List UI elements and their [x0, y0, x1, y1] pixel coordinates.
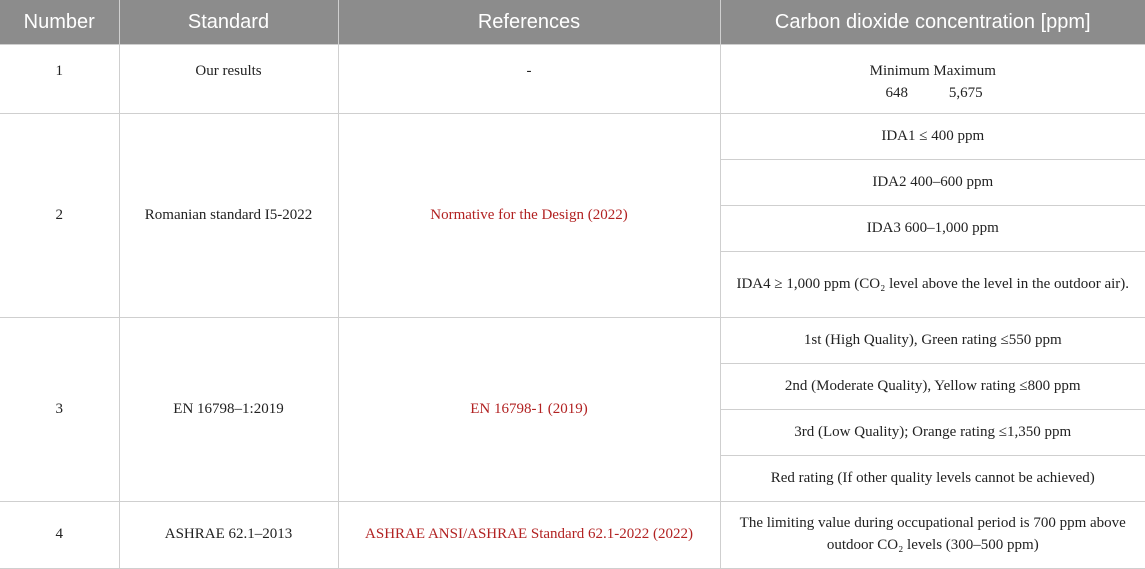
header-row: Number Standard References Carbon dioxid… — [0, 0, 1145, 45]
cell-reference-link[interactable]: ASHRAE ANSI/ASHRAE Standard 62.1-2022 (2… — [337, 501, 721, 569]
table-row: 3 EN 16798–1:2019 EN 16798-1 (2019) 1st … — [0, 317, 1145, 502]
table-row: 1 Our results - Minimum Maximum 648 5,675 — [0, 44, 1145, 114]
max-value: 5,675 — [948, 84, 983, 101]
table-row: 2 Romanian standard I5-2022 Normative fo… — [0, 113, 1145, 318]
cell-standard: EN 16798–1:2019 — [118, 317, 339, 502]
cell-reference: - — [337, 44, 721, 114]
cell-level: 3rd (Low Quality); Orange rating ≤1,350 … — [720, 409, 1145, 456]
cell-value: The limiting value during occupational p… — [719, 501, 1145, 569]
cell-reference-link[interactable]: EN 16798-1 (2019) — [337, 317, 721, 502]
co2-standards-table: Number Standard References Carbon dioxid… — [0, 0, 1145, 569]
cell-minmax: Minimum Maximum 648 5,675 — [719, 44, 1145, 114]
header-number: Number — [0, 0, 119, 45]
min-label: Minimum — [869, 63, 930, 79]
header-standard: Standard — [118, 0, 338, 45]
cell-level: Red rating (If other quality levels cann… — [720, 455, 1145, 502]
cell-standard: Our results — [118, 44, 339, 114]
min-value: 648 — [885, 84, 909, 101]
table-row: 4 ASHRAE 62.1–2013 ASHRAE ANSI/ASHRAE St… — [0, 501, 1145, 569]
cell-level: IDA4 ≥ 1,000 ppm (CO₂ level above the le… — [720, 251, 1145, 318]
cell-standard: ASHRAE 62.1–2013 — [118, 501, 339, 569]
minmax-block: Minimum Maximum 648 5,675 — [864, 61, 1002, 105]
cell-level: IDA1 ≤ 400 ppm — [719, 113, 1145, 160]
cell-level: 1st (High Quality), Green rating ≤550 pp… — [719, 317, 1145, 364]
cell-level: 2nd (Moderate Quality), Yellow rating ≤8… — [720, 363, 1145, 410]
cell-level: IDA2 400–600 ppm — [720, 159, 1145, 206]
cell-standard: Romanian standard I5-2022 — [118, 113, 339, 318]
cell-number: 1 — [0, 44, 120, 114]
cell-number: 3 — [0, 317, 120, 502]
cell-number: 4 — [0, 501, 120, 569]
cell-reference-link[interactable]: Normative for the Design (2022) — [337, 113, 721, 318]
header-references: References — [337, 0, 720, 45]
max-label: Maximum — [933, 63, 996, 79]
cell-number: 2 — [0, 113, 120, 318]
header-co2-concentration: Carbon dioxide concentration [ppm] — [719, 0, 1145, 45]
cell-level: IDA3 600–1,000 ppm — [720, 205, 1145, 252]
